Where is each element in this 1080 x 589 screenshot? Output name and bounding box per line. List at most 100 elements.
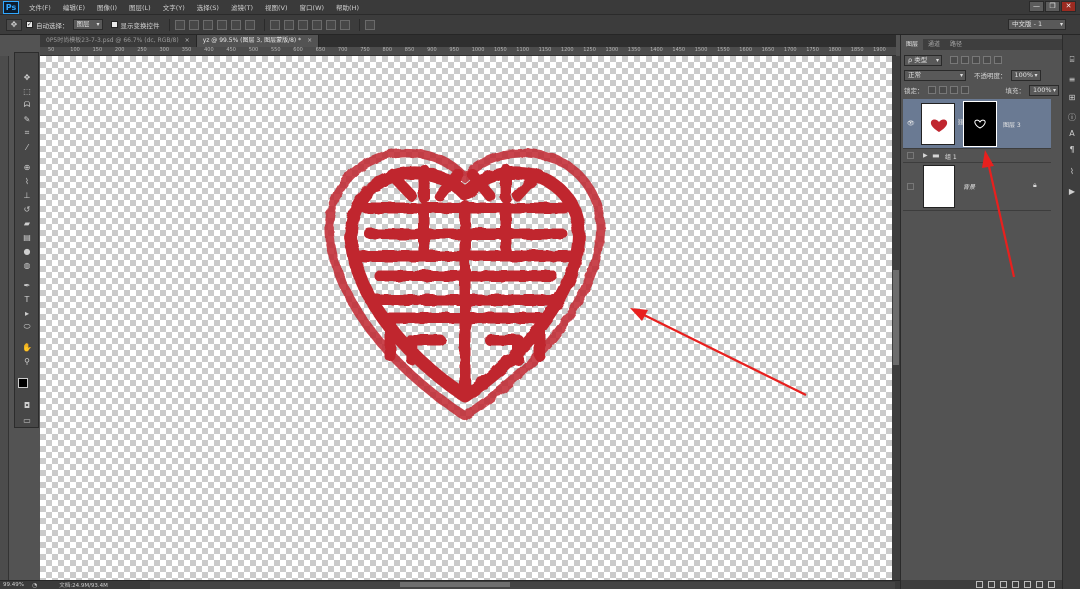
filter-pixel-icon[interactable] bbox=[950, 56, 958, 64]
distribute-left-icon[interactable] bbox=[311, 19, 322, 30]
distribute-hcenter-icon[interactable] bbox=[325, 19, 336, 30]
add-mask-icon[interactable] bbox=[1000, 581, 1007, 588]
tab-channels[interactable]: 通道 bbox=[923, 39, 945, 50]
tab-paths[interactable]: 路径 bbox=[945, 39, 967, 50]
auto-select-target-dropdown[interactable]: 图层 bbox=[72, 19, 103, 30]
history-brush-tool-icon[interactable]: ↺ bbox=[20, 203, 34, 215]
pen-tool-icon[interactable]: ✒ bbox=[20, 279, 34, 291]
new-layer-icon[interactable] bbox=[1036, 581, 1043, 588]
lock-position-icon[interactable] bbox=[949, 86, 958, 94]
history-panel-icon[interactable]: ⌸ bbox=[1067, 55, 1077, 65]
type-tool-icon[interactable]: T bbox=[20, 293, 34, 305]
character-panel-icon[interactable]: A bbox=[1067, 129, 1077, 139]
visibility-toggle[interactable] bbox=[907, 152, 914, 159]
tab-layers[interactable]: 图层 bbox=[901, 39, 924, 50]
opacity-input[interactable]: 100% bbox=[1010, 69, 1041, 81]
link-layers-icon[interactable] bbox=[976, 581, 983, 588]
marquee-tool-icon[interactable]: ⬚ bbox=[20, 85, 34, 97]
new-group-icon[interactable] bbox=[1024, 581, 1031, 588]
menu-file[interactable]: 文件(F) bbox=[23, 2, 57, 12]
filter-adjust-icon[interactable] bbox=[961, 56, 969, 64]
eyedropper-tool-icon[interactable]: ⁄ bbox=[20, 141, 34, 153]
paragraph-panel-icon[interactable]: ¶ bbox=[1067, 145, 1077, 155]
menu-layer[interactable]: 图层(L) bbox=[123, 2, 157, 12]
visibility-toggle[interactable] bbox=[907, 183, 914, 190]
menu-select[interactable]: 选择(S) bbox=[191, 2, 225, 12]
foreground-color-swatch[interactable] bbox=[18, 378, 28, 388]
layer-mask-thumbnail[interactable] bbox=[963, 101, 997, 147]
distribute-top-icon[interactable] bbox=[269, 19, 280, 30]
distribute-right-icon[interactable] bbox=[339, 19, 350, 30]
healing-brush-tool-icon[interactable]: ⊕ bbox=[20, 161, 34, 173]
layer-style-icon[interactable] bbox=[988, 581, 995, 588]
layer-row-group-1[interactable]: ▶ ▬ 组 1 bbox=[903, 149, 1051, 163]
hand-tool-icon[interactable]: ✋ bbox=[20, 341, 34, 353]
visibility-eye-icon[interactable]: 👁 bbox=[907, 120, 915, 127]
menu-help[interactable]: 帮助(H) bbox=[330, 2, 365, 12]
quick-mask-icon[interactable]: ◘ bbox=[20, 399, 34, 411]
filter-type-icon[interactable] bbox=[972, 56, 980, 64]
horizontal-scroll-thumb[interactable] bbox=[400, 582, 510, 587]
distribute-bottom-icon[interactable] bbox=[297, 19, 308, 30]
eraser-tool-icon[interactable]: ▰ bbox=[20, 217, 34, 229]
menu-filter[interactable]: 滤镜(T) bbox=[225, 2, 259, 12]
vertical-scroll-thumb[interactable] bbox=[893, 270, 899, 365]
auto-align-icon[interactable] bbox=[364, 19, 375, 30]
adjustments-panel-icon[interactable]: ⊞ bbox=[1067, 93, 1077, 103]
shape-tool-icon[interactable]: ⬭ bbox=[20, 321, 34, 333]
filter-smart-icon[interactable] bbox=[994, 56, 1002, 64]
close-button[interactable]: ✕ bbox=[1061, 1, 1076, 12]
align-bottom-icon[interactable] bbox=[202, 19, 213, 30]
menu-edit[interactable]: 编辑(E) bbox=[57, 2, 91, 12]
properties-panel-icon[interactable]: ≡ bbox=[1067, 75, 1077, 85]
path-select-tool-icon[interactable]: ▸ bbox=[20, 307, 34, 319]
screen-mode-icon[interactable]: ▭ bbox=[20, 414, 34, 426]
lock-pixels-icon[interactable] bbox=[938, 86, 947, 94]
brush-panel-icon[interactable]: ⌇ bbox=[1067, 167, 1077, 177]
auto-select-checkbox[interactable]: ✓ bbox=[26, 21, 33, 28]
delete-layer-icon[interactable] bbox=[1048, 581, 1055, 588]
align-vcenter-icon[interactable] bbox=[188, 19, 199, 30]
tab-document-2[interactable]: yz @ 99.5% (图层 3, 图层蒙版/8) * × bbox=[196, 35, 320, 47]
restore-button[interactable]: ❐ bbox=[1045, 1, 1060, 12]
move-tool-icon[interactable]: ✥ bbox=[20, 71, 34, 83]
zoom-level[interactable]: 99.49% bbox=[3, 582, 24, 588]
layer-row-background[interactable]: 背景 🔒︎ bbox=[903, 163, 1051, 211]
align-top-icon[interactable] bbox=[174, 19, 185, 30]
menu-window[interactable]: 窗口(W) bbox=[294, 2, 331, 12]
status-info-icon[interactable]: ◔ bbox=[32, 582, 37, 589]
blur-tool-icon[interactable]: ● bbox=[20, 245, 34, 257]
move-tool-preset-icon[interactable]: ✥ bbox=[6, 18, 22, 31]
align-right-icon[interactable] bbox=[244, 19, 255, 30]
tab-close-icon[interactable]: × bbox=[185, 37, 190, 44]
clone-stamp-tool-icon[interactable]: ⊥ bbox=[20, 189, 34, 201]
horizontal-scrollbar[interactable] bbox=[150, 582, 895, 589]
menu-image[interactable]: 图像(I) bbox=[91, 2, 123, 12]
menu-view[interactable]: 视图(V) bbox=[259, 2, 294, 12]
lock-all-icon[interactable] bbox=[960, 86, 969, 94]
distribute-vcenter-icon[interactable] bbox=[283, 19, 294, 30]
blend-mode-dropdown[interactable]: 正常 bbox=[904, 69, 966, 81]
minimize-button[interactable]: — bbox=[1029, 1, 1044, 12]
actions-panel-icon[interactable]: ▶ bbox=[1067, 187, 1077, 197]
align-left-icon[interactable] bbox=[216, 19, 227, 30]
adjustment-layer-icon[interactable] bbox=[1012, 581, 1019, 588]
dodge-tool-icon[interactable]: ◍ bbox=[20, 259, 34, 271]
lasso-tool-icon[interactable]: ᗣ bbox=[20, 99, 34, 111]
tab-close-icon[interactable]: × bbox=[307, 37, 312, 44]
brush-tool-icon[interactable]: ⌇ bbox=[20, 175, 34, 187]
info-panel-icon[interactable]: ⓘ bbox=[1067, 113, 1077, 123]
lock-transparent-icon[interactable] bbox=[927, 86, 936, 94]
document-canvas[interactable] bbox=[40, 56, 892, 581]
filter-shape-icon[interactable] bbox=[983, 56, 991, 64]
align-hcenter-icon[interactable] bbox=[230, 19, 241, 30]
quick-select-tool-icon[interactable]: ✎ bbox=[20, 113, 34, 125]
gradient-tool-icon[interactable]: ▤ bbox=[20, 231, 34, 243]
fill-input[interactable]: 100% bbox=[1029, 84, 1059, 96]
crop-tool-icon[interactable]: ⌗ bbox=[20, 127, 34, 139]
layer-row-layer-3[interactable]: 👁 ⛓ 图层 3 bbox=[903, 99, 1051, 149]
tab-document-1[interactable]: 0P5时尚模板23-7-3.psd @ 66.7% (dc, RGB/8) × bbox=[40, 35, 197, 47]
layer-filter-dropdown[interactable]: ρ 类型 bbox=[904, 54, 942, 66]
show-transform-checkbox[interactable] bbox=[110, 21, 118, 28]
menu-type[interactable]: 文字(Y) bbox=[157, 2, 191, 12]
